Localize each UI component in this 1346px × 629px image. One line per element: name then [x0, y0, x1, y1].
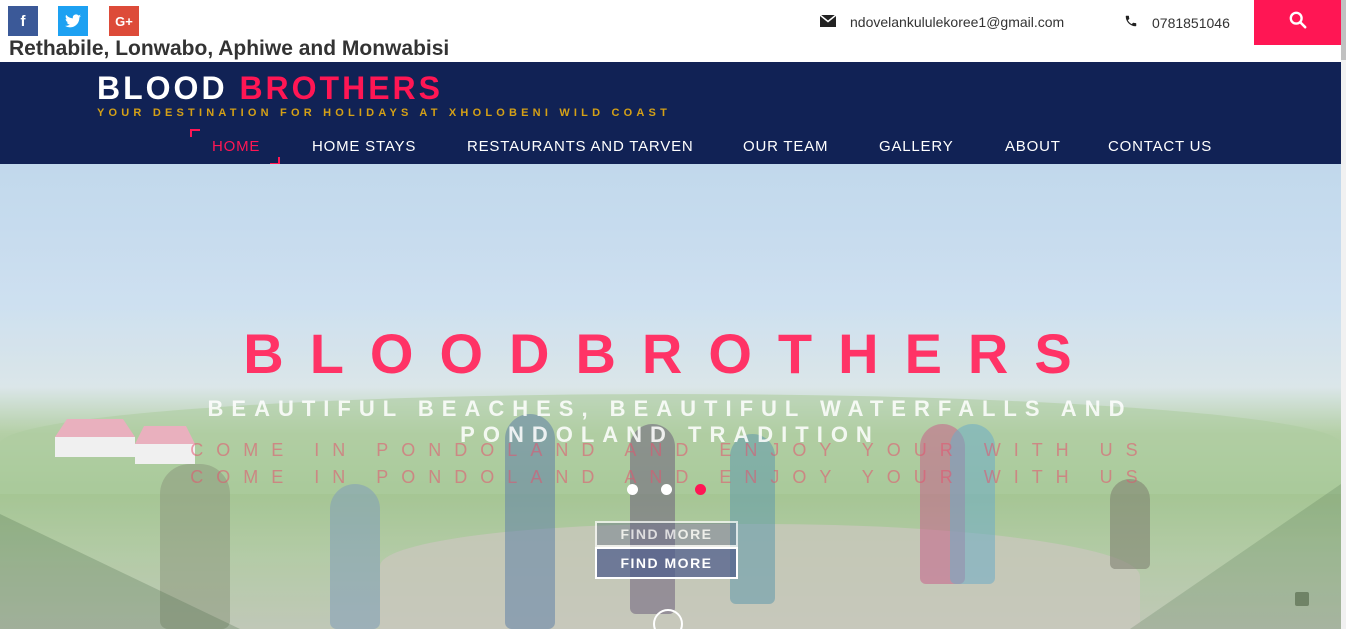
main-nav: HOME HOME STAYS RESTAURANTS AND TARVEN O… — [0, 129, 1341, 165]
twitter-icon[interactable] — [58, 6, 88, 36]
site-owners: Rethabile, Lonwabo, Aphiwe and Monwabisi — [9, 37, 450, 60]
scrollbar-thumb[interactable] — [1341, 0, 1346, 60]
slider-dot-2[interactable] — [661, 484, 672, 495]
nav-item-home[interactable]: HOME — [190, 129, 281, 165]
search-icon — [1289, 11, 1307, 34]
nav-item-home-stays[interactable]: HOME STAYS — [312, 138, 416, 155]
nav-item-gallery[interactable]: GALLERY — [879, 138, 954, 155]
brand-tagline: YOUR DESTINATION FOR HOLIDAYS AT XHOLOBE… — [97, 107, 671, 119]
email-text: ndovelankululekoree1@gmail.com — [850, 14, 1065, 30]
envelope-icon — [819, 14, 837, 30]
hero-slider: BLOODBROTHERS BEAUTIFUL BEACHES, BEAUTIF… — [0, 164, 1341, 629]
slider-dot-3[interactable] — [695, 484, 706, 495]
hero-title: BLOODBROTHERS — [243, 322, 1098, 385]
nav-label-home: HOME — [212, 138, 261, 155]
nav-item-restaurants[interactable]: RESTAURANTS AND TARVEN — [467, 138, 694, 155]
google-plus-icon[interactable]: G+ — [109, 6, 139, 36]
brand-logo[interactable]: BLOOD BROTHERS — [97, 70, 443, 107]
scroll-to-top-icon[interactable] — [1295, 592, 1309, 606]
active-corner-top-left — [190, 129, 200, 137]
slider-dots — [627, 484, 706, 495]
brand-second-word: BROTHERS — [239, 70, 443, 106]
site-header: BLOOD BROTHERS YOUR DESTINATION FOR HOLI… — [0, 62, 1341, 165]
nav-item-about[interactable]: ABOUT — [1005, 138, 1061, 155]
find-more-button[interactable]: FIND MORE — [595, 521, 738, 547]
email-contact[interactable]: ndovelankululekoree1@gmail.com — [819, 14, 1065, 30]
slider-dot-1[interactable] — [627, 484, 638, 495]
search-button[interactable] — [1254, 0, 1341, 45]
phone-text: 0781851046 — [1152, 14, 1230, 31]
nav-item-our-team[interactable]: OUR TEAM — [743, 138, 828, 155]
nav-item-contact-us[interactable]: CONTACT US — [1108, 138, 1212, 155]
top-bar: f G+ Rethabile, Lonwabo, Aphiwe and Monw… — [0, 0, 1346, 62]
find-more-button[interactable]: FIND MORE — [595, 547, 738, 579]
phone-contact[interactable]: 0781851046 — [1124, 14, 1230, 31]
page-scrollbar[interactable] — [1341, 0, 1346, 629]
brand-first-word: BLOOD — [97, 70, 228, 106]
phone-icon — [1124, 14, 1138, 31]
hero-tagline-line: COME IN PONDOLAND AND ENJOY YOUR WITH US — [190, 440, 1151, 460]
facebook-icon[interactable]: f — [8, 6, 38, 36]
